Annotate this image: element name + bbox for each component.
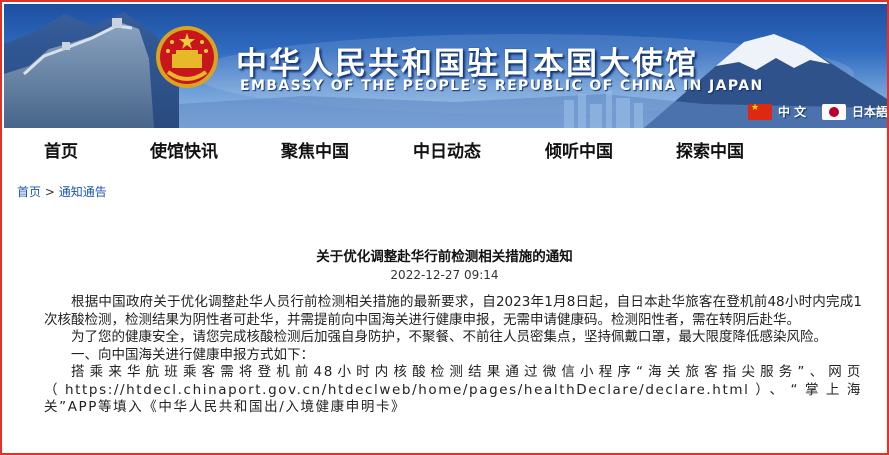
language-chinese-link[interactable]: 中 文 bbox=[748, 103, 806, 120]
article-body: 根据中国政府关于优化调整赴华人员行前检测相关措施的最新要求，自2023年1月8日… bbox=[44, 294, 862, 417]
article-paragraph: 根据中国政府关于优化调整赴华人员行前检测相关措施的最新要求，自2023年1月8日… bbox=[44, 294, 862, 328]
nav-item-focus-china[interactable]: 聚焦中国 bbox=[281, 137, 349, 162]
nav-item-china-japan[interactable]: 中日动态 bbox=[413, 137, 481, 162]
article-paragraph: 为了您的健康安全，请您完成核酸检测后加强自身防护，不聚餐、不前往人员密集点，坚持… bbox=[71, 329, 827, 345]
article-title: 关于优化调整赴华行前检测相关措施的通知 bbox=[316, 249, 573, 265]
breadcrumb-home-link[interactable]: 首页 bbox=[17, 185, 41, 199]
embassy-title-cn: 中华人民共和国驻日本国大使馆 bbox=[236, 46, 698, 82]
embassy-title-en: EMBASSY OF THE PEOPLE'S REPUBLIC OF CHIN… bbox=[240, 78, 764, 94]
breadcrumb-current-link[interactable]: 通知通告 bbox=[59, 185, 107, 199]
china-flag-icon bbox=[748, 103, 772, 120]
nav-item-explore-china[interactable]: 探索中国 bbox=[676, 137, 744, 162]
national-emblem-icon bbox=[156, 26, 218, 88]
article-paragraph: 搭乘来华航班乘客需将登机前48小时内核酸检测结果通过微信小程序“海关旅客指尖服务… bbox=[44, 364, 862, 415]
header-banner: 中华人民共和国驻日本国大使馆 EMBASSY OF THE PEOPLE'S R… bbox=[4, 4, 887, 128]
nav-item-embassy-news[interactable]: 使馆快讯 bbox=[150, 137, 218, 162]
main-nav: 首页 使馆快讯 聚焦中国 中日动态 倾听中国 探索中国 bbox=[4, 128, 887, 168]
article-date: 2022-12-27 09:14 bbox=[390, 268, 499, 282]
page-frame: 中华人民共和国驻日本国大使馆 EMBASSY OF THE PEOPLE'S R… bbox=[0, 0, 889, 455]
language-label: 日本語 bbox=[852, 105, 887, 119]
article-paragraph: 一、向中国海关进行健康申报方式如下： bbox=[71, 346, 314, 363]
breadcrumb: 首页 > 通知通告 bbox=[17, 183, 107, 200]
nav-item-listen-china[interactable]: 倾听中国 bbox=[545, 137, 613, 162]
language-label: 中 文 bbox=[778, 105, 807, 119]
language-japanese-link[interactable]: 日本語 bbox=[822, 103, 887, 120]
japan-flag-icon bbox=[822, 103, 846, 120]
nav-item-home[interactable]: 首页 bbox=[44, 137, 78, 162]
breadcrumb-separator: > bbox=[44, 185, 55, 199]
